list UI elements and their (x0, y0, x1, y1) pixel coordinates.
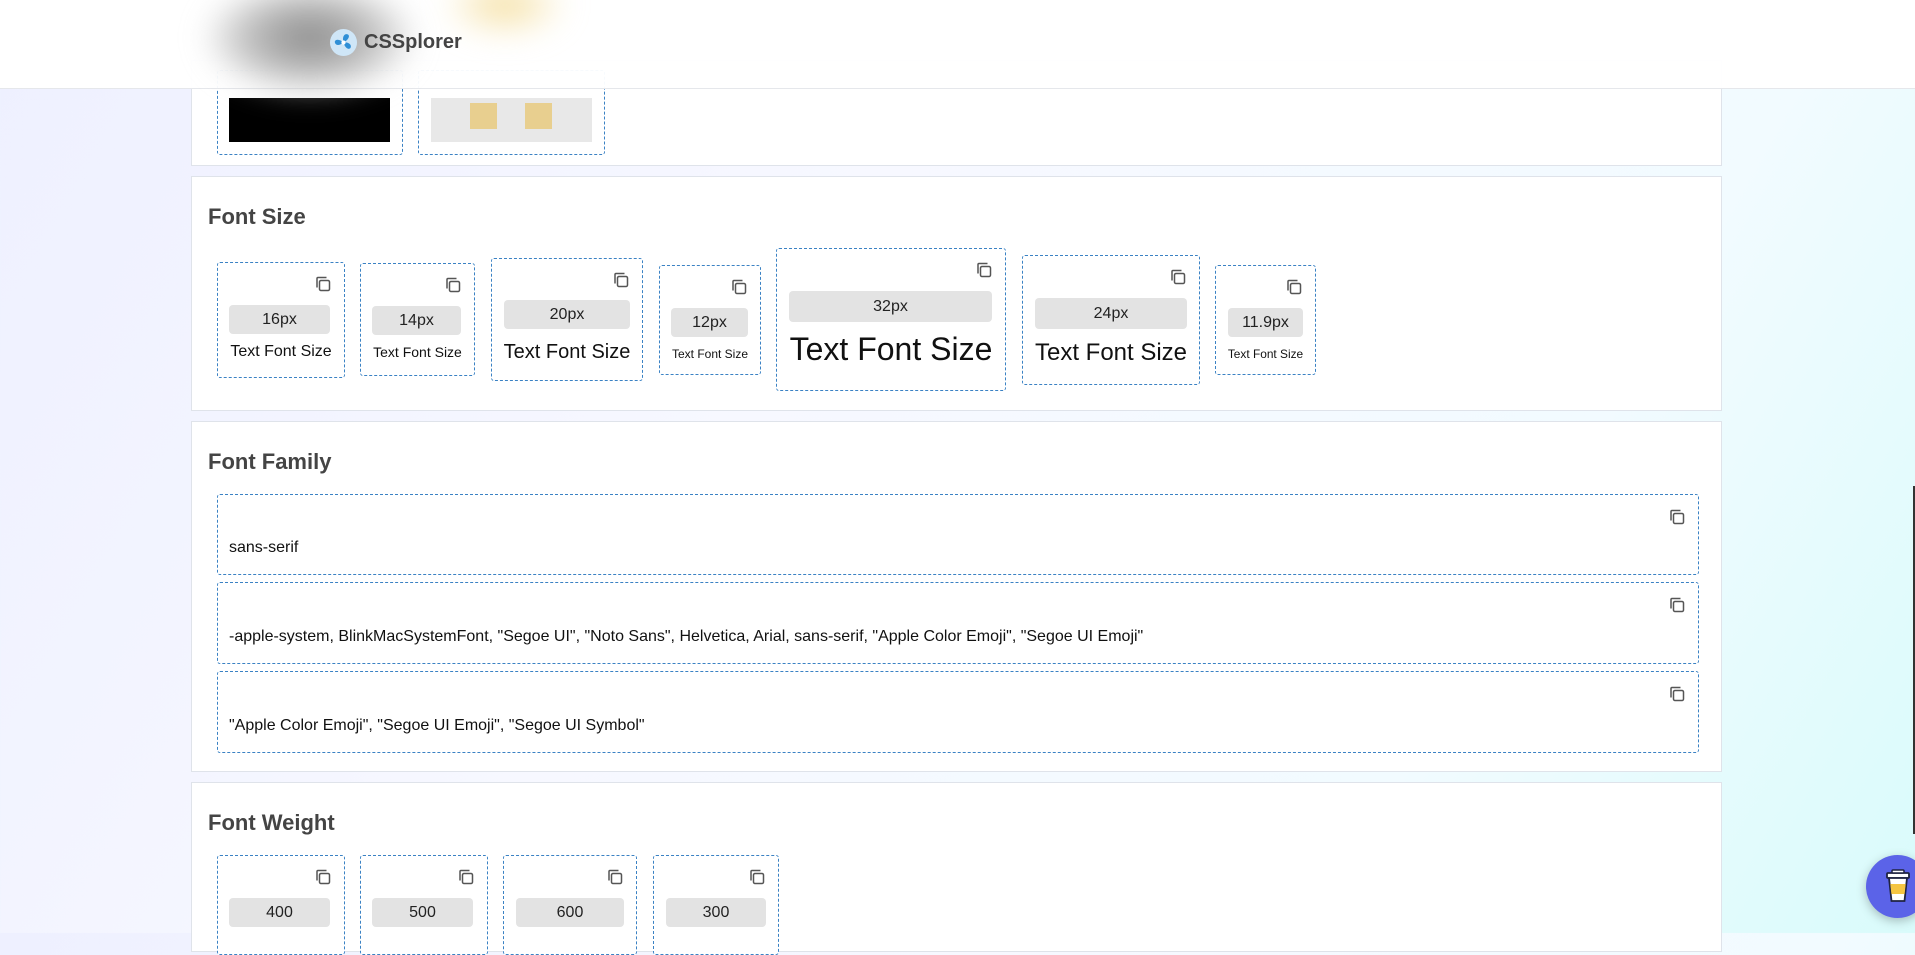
font-family-value: -apple-system, BlinkMacSystemFont, "Sego… (229, 628, 1144, 645)
font-family-value: sans-serif (229, 539, 299, 556)
section-title: Font Weight (208, 810, 335, 835)
app-logo[interactable]: CSSplorer (329, 28, 462, 57)
value-pill: 12px (671, 308, 748, 337)
font-size-card[interactable]: 24px Text Font Size (1022, 255, 1200, 385)
value-pill: 20px (504, 300, 630, 329)
font-family-card[interactable]: -apple-system, BlinkMacSystemFont, "Sego… (217, 582, 1699, 664)
sample-text: Text Font Size (671, 347, 749, 361)
app-name: CSSplorer (364, 31, 462, 53)
font-family-value: "Apple Color Emoji", "Segoe UI Emoji", "… (229, 717, 645, 734)
copy-icon[interactable] (1668, 685, 1686, 703)
font-family-section: Font Family sans-serif -apple-system, Bl… (191, 421, 1722, 772)
copy-icon[interactable] (314, 868, 332, 886)
copy-icon[interactable] (975, 261, 993, 279)
sample-text: Text Font Size (1034, 339, 1188, 366)
copy-icon[interactable] (606, 868, 624, 886)
section-title: Font Size (208, 204, 306, 229)
top-header: CSSplorer (0, 0, 1915, 95)
spacing-swatch (431, 98, 592, 142)
value-pill: 32px (789, 291, 992, 322)
value-pill: 500 (372, 898, 473, 927)
copy-icon[interactable] (1668, 508, 1686, 526)
font-size-card[interactable]: 32px Text Font Size (776, 248, 1006, 391)
font-weight-section: Font Weight 400 500 600 300 (191, 782, 1722, 955)
copy-icon[interactable] (1668, 596, 1686, 614)
font-weight-card[interactable]: 300 (653, 855, 779, 955)
copy-icon[interactable] (730, 278, 748, 296)
copy-icon[interactable] (748, 868, 766, 886)
copy-icon[interactable] (612, 271, 630, 289)
copy-icon[interactable] (1285, 278, 1303, 296)
value-pill: 300 (666, 898, 766, 927)
value-pill: 600 (516, 898, 624, 927)
value-pill: 14px (372, 306, 461, 335)
font-size-card[interactable]: 20px Text Font Size (491, 258, 643, 381)
value-pill: 400 (229, 898, 330, 927)
copy-icon[interactable] (444, 276, 462, 294)
sample-text: Text Font Size (503, 341, 631, 363)
font-size-card[interactable]: 14px Text Font Size (360, 263, 475, 376)
value-pill: 16px (229, 305, 330, 334)
sample-text: Text Font Size (789, 331, 993, 367)
font-family-card[interactable]: "Apple Color Emoji", "Segoe UI Emoji", "… (217, 671, 1699, 753)
coffee-cup-icon (1885, 868, 1910, 902)
copy-icon[interactable] (314, 275, 332, 293)
buy-me-coffee-button[interactable] (1866, 855, 1915, 918)
font-size-card[interactable]: 11.9px Text Font Size (1215, 265, 1316, 375)
font-size-card[interactable]: 16px Text Font Size (217, 262, 345, 378)
font-family-card[interactable]: sans-serif (217, 494, 1699, 575)
font-weight-card[interactable]: 500 (360, 855, 488, 955)
font-weight-card[interactable]: 600 (503, 855, 637, 955)
sample-text: Text Font Size (1227, 347, 1304, 361)
copy-icon[interactable] (1169, 268, 1187, 286)
value-pill: 24px (1035, 298, 1187, 329)
black-swatch (229, 98, 390, 142)
font-size-section: Font Size 16px Text Font Size 14px Text … (191, 176, 1722, 411)
fan-logo-icon (329, 28, 358, 57)
sample-text: Text Font Size (373, 344, 462, 360)
copy-icon[interactable] (457, 868, 475, 886)
font-size-card[interactable]: 12px Text Font Size (659, 265, 761, 375)
value-pill: 11.9px (1228, 308, 1303, 337)
font-weight-card[interactable]: 400 (217, 855, 345, 955)
sample-text: Text Font Size (230, 343, 332, 360)
section-title: Font Family (208, 449, 332, 474)
